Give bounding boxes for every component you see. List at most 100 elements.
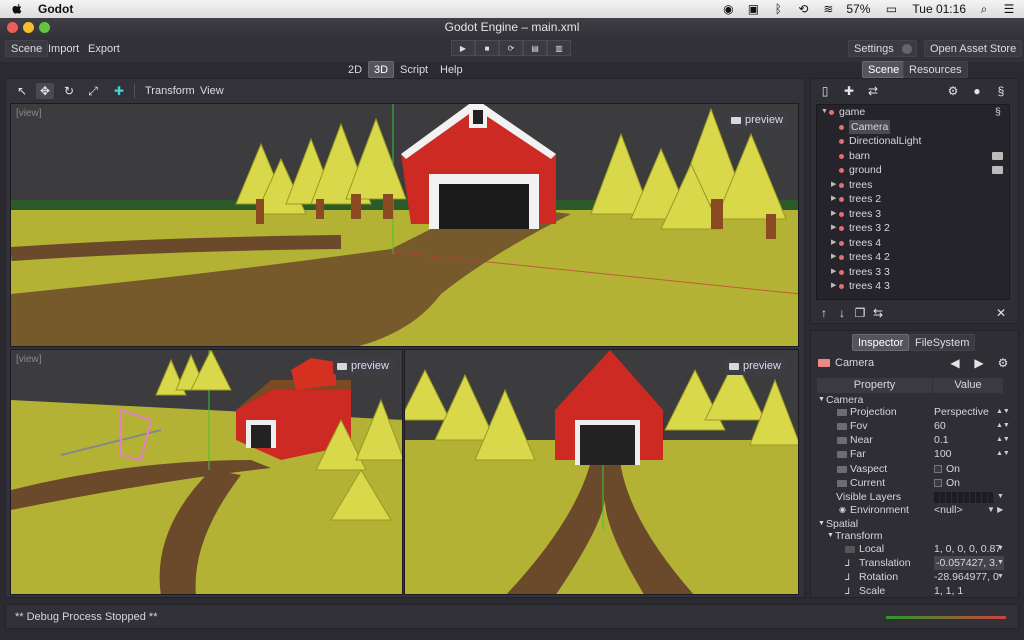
bluetooth-icon[interactable]: ᛒ	[771, 2, 785, 16]
instance-scene-icon[interactable]: ⇄	[864, 83, 882, 99]
add-instance-icon[interactable]: ✚	[110, 83, 128, 99]
settings-button[interactable]: Settings	[848, 40, 917, 57]
expand-arrow-icon[interactable]: ▶	[831, 250, 836, 265]
tab-inspector[interactable]: Inspector	[852, 334, 910, 351]
rotate-tool-icon[interactable]: ↻	[60, 83, 78, 99]
scene-tree-node[interactable]: ▼ game §	[817, 105, 1009, 120]
scene-tree-node[interactable]: Camera	[817, 119, 1009, 134]
tab-scene[interactable]: Scene	[862, 61, 906, 78]
property-local[interactable]: Local 1, 0, 0, 0, 0.87 ▼	[817, 542, 1007, 556]
visible-layers-grid[interactable]	[934, 492, 994, 503]
spotlight-search-icon[interactable]: ⌕	[977, 2, 991, 16]
tab-filesystem[interactable]: FileSystem	[909, 334, 976, 351]
current-checkbox[interactable]	[934, 479, 942, 488]
scale-tool-icon[interactable]: ⤢	[84, 83, 102, 99]
property-environment[interactable]: ◉ Environment <null> ▼ ▶	[817, 503, 1007, 517]
play-custom-scene-button[interactable]: ▤	[523, 40, 547, 56]
scene-tree-node[interactable]: ▶ trees 4 2	[817, 250, 1009, 265]
delete-node-icon[interactable]: ✕	[992, 305, 1010, 321]
tab-help[interactable]: Help	[434, 61, 469, 78]
minimize-window-button[interactable]	[23, 22, 34, 33]
projection-value[interactable]: Perspective	[934, 405, 1004, 419]
tab-script[interactable]: Script	[394, 61, 434, 78]
expand-arrow-icon[interactable]: ▼	[821, 105, 828, 120]
groups-icon[interactable]: ●	[968, 83, 986, 99]
history-forward-icon[interactable]: ▶	[970, 355, 988, 371]
record-icon[interactable]: ◉	[721, 2, 735, 16]
property-rotation[interactable]: ⅃ Rotation -28.964977, 0 ▼	[817, 570, 1007, 584]
add-node-icon[interactable]: ✚	[840, 83, 858, 99]
property-far[interactable]: Far 100 ▲▼	[817, 447, 1010, 461]
object-menu-gear-icon[interactable]: ⚙	[994, 355, 1012, 371]
tab-resources[interactable]: Resources	[903, 61, 968, 78]
apple-icon[interactable]	[10, 2, 24, 16]
connect-signal-icon[interactable]: ⚙	[944, 83, 962, 99]
viewport-bottom-left[interactable]: [view] preview	[10, 349, 403, 595]
fov-value[interactable]: 60	[934, 419, 1004, 433]
export-menu[interactable]: Export	[82, 40, 126, 57]
preview-toggle[interactable]: preview	[333, 358, 394, 375]
open-asset-store-button[interactable]: Open Asset Store	[924, 40, 1023, 57]
battery-icon[interactable]: ▭	[881, 2, 901, 16]
debug-options-button[interactable]: ▥	[547, 40, 571, 56]
scene-tree-node[interactable]: ▶ trees 3	[817, 207, 1009, 222]
expand-arrow-icon[interactable]: ▶	[831, 192, 836, 207]
close-window-button[interactable]	[7, 22, 18, 33]
viewport-label[interactable]: [view]	[16, 354, 42, 365]
near-value[interactable]: 0.1	[934, 433, 1004, 447]
rotation-value[interactable]: -28.964977, 0	[934, 570, 1004, 584]
translation-value[interactable]: -0.057427, 3.	[934, 556, 1004, 570]
property-vaspect[interactable]: Vaspect On	[817, 462, 1007, 476]
section-transform[interactable]: ▼ Transform	[817, 529, 1007, 543]
open-scene-folder-icon[interactable]	[992, 151, 1003, 160]
property-projection[interactable]: Projection Perspective ▲▼	[817, 405, 1010, 419]
property-current[interactable]: Current On	[817, 476, 1007, 490]
stop-button[interactable]: ■	[475, 40, 499, 56]
scene-tree-node[interactable]: ▶ trees 4	[817, 236, 1009, 251]
notification-center-icon[interactable]: ☰	[1002, 2, 1016, 16]
play-scene-button[interactable]: ⟳	[499, 40, 523, 56]
scene-tree-node[interactable]: barn	[817, 149, 1009, 164]
scene-tree-node[interactable]: ground	[817, 163, 1009, 178]
duplicate-icon[interactable]: ❐	[851, 305, 869, 321]
vaspect-checkbox[interactable]	[934, 465, 942, 474]
play-button[interactable]: ▶	[451, 40, 475, 56]
property-fov[interactable]: Fov 60 ▲▼	[817, 419, 1010, 433]
property-visible-layers[interactable]: Visible Layers ▼	[817, 490, 1007, 504]
scene-tree-node[interactable]: ▶ trees	[817, 178, 1009, 193]
preview-toggle[interactable]: preview	[725, 358, 786, 375]
select-tool-icon[interactable]: ↖	[13, 83, 31, 99]
scene-tree-node[interactable]: DirectionalLight	[817, 134, 1009, 149]
property-near[interactable]: Near 0.1 ▲▼	[817, 433, 1010, 447]
property-translation[interactable]: ⅃ Translation -0.057427, 3. ▼	[817, 556, 1007, 570]
far-value[interactable]: 100	[934, 447, 1004, 461]
expand-arrow-icon[interactable]: ▶	[831, 221, 836, 236]
move-up-icon[interactable]: ↑	[815, 305, 833, 321]
scene-tree-node[interactable]: ▶ trees 2	[817, 192, 1009, 207]
scale-value[interactable]: 1, 1, 1	[934, 584, 1004, 596]
wifi-icon[interactable]: ≋	[821, 2, 835, 16]
history-back-icon[interactable]: ◀	[946, 355, 964, 371]
open-scene-folder-icon[interactable]	[992, 166, 1003, 174]
battery-percent[interactable]: 57%	[846, 2, 870, 16]
script-icon[interactable]: §	[992, 83, 1010, 99]
viewport-label[interactable]: [view]	[16, 108, 42, 119]
transform-menu[interactable]: Transform	[139, 82, 201, 99]
app-name[interactable]: Godot	[38, 2, 73, 16]
expand-arrow-icon[interactable]: ▶	[831, 236, 836, 251]
move-tool-icon[interactable]: ✥	[36, 83, 54, 99]
expand-arrow-icon[interactable]: ▶	[831, 207, 836, 222]
scene-tree-node[interactable]: ▶ trees 4 3	[817, 279, 1009, 294]
move-down-icon[interactable]: ↓	[833, 305, 851, 321]
zoom-window-button[interactable]	[39, 22, 50, 33]
drive-icon[interactable]: ▣	[746, 2, 760, 16]
preview-toggle[interactable]: preview	[727, 112, 788, 129]
expand-arrow-icon[interactable]: ▶	[831, 178, 836, 193]
reparent-icon[interactable]: ⇆	[869, 305, 887, 321]
scene-tree-node[interactable]: ▶ trees 3 2	[817, 221, 1009, 236]
import-menu[interactable]: Import	[42, 40, 85, 57]
scene-tree-node[interactable]: ▶ trees 3 3	[817, 265, 1009, 280]
new-scene-icon[interactable]: ▯	[816, 83, 834, 99]
view-menu[interactable]: View	[194, 82, 230, 99]
expand-arrow-icon[interactable]: ▶	[831, 279, 836, 294]
